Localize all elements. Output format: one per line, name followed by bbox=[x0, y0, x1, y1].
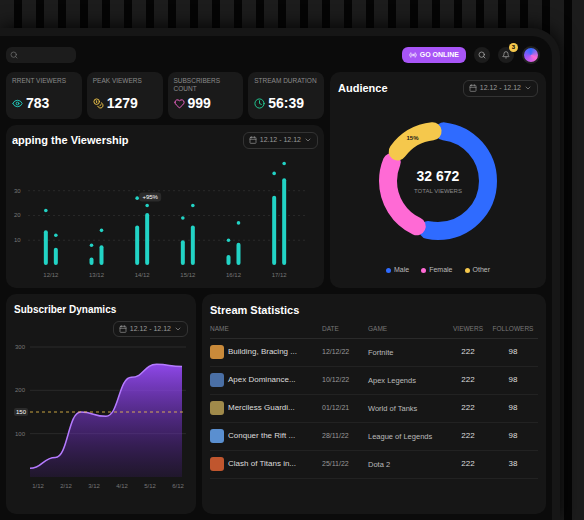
svg-text:200: 200 bbox=[15, 387, 26, 393]
stat-card: SUBSCRIBERS COUNT999 bbox=[168, 72, 244, 119]
audience-legend: Male Female Other bbox=[338, 265, 538, 280]
search-button[interactable] bbox=[474, 47, 490, 63]
svg-text:16/12: 16/12 bbox=[226, 272, 242, 278]
eye-icon bbox=[12, 98, 23, 109]
total-viewers-value: 32 672 bbox=[417, 166, 460, 187]
column-header[interactable]: NAME bbox=[210, 324, 322, 334]
svg-text:15%: 15% bbox=[407, 135, 420, 141]
svg-text:2/12: 2/12 bbox=[60, 483, 72, 489]
table-row[interactable]: Apex Dominance...10/12/22Apex Legends222… bbox=[210, 367, 538, 395]
notifications-button[interactable]: 3 bbox=[498, 47, 514, 63]
search-field[interactable] bbox=[6, 47, 76, 63]
svg-text:1/12: 1/12 bbox=[32, 483, 44, 489]
svg-text:20: 20 bbox=[14, 212, 21, 218]
svg-text:15/12: 15/12 bbox=[180, 272, 196, 278]
top-bar: GO ONLINE 3 bbox=[6, 44, 546, 66]
table-row[interactable]: Conquer the Rift ...28/11/22League of Le… bbox=[210, 423, 538, 451]
chevron-down-icon bbox=[524, 84, 532, 92]
table-header: NAMEDATEGAMEVIEWERSFOLLOWERS bbox=[210, 324, 538, 339]
table-row[interactable]: Merciless Guardi...01/12/21World of Tank… bbox=[210, 395, 538, 423]
column-header[interactable]: GAME bbox=[368, 324, 448, 334]
date-range-picker[interactable]: 12.12 - 12.12 bbox=[243, 132, 318, 149]
svg-text:4/12: 4/12 bbox=[116, 483, 128, 489]
clock-icon bbox=[254, 98, 265, 109]
stat-card: PEAK VIEWERS1279 bbox=[87, 72, 163, 119]
stat-card: STREAM DURATION56:39 bbox=[248, 72, 324, 119]
stream-thumbnail bbox=[210, 429, 224, 443]
viewership-chart: 30 20 10 +95% 12/12 13/12 14/12 15/12 16/12 17/12 bbox=[12, 153, 308, 281]
column-header[interactable]: DATE bbox=[322, 324, 368, 334]
total-viewers-label: TOTAL VIEWERS bbox=[414, 187, 462, 196]
search-icon bbox=[10, 51, 18, 59]
column-header[interactable]: FOLLOWERS bbox=[488, 324, 538, 334]
column-header[interactable]: VIEWERS bbox=[448, 324, 488, 334]
legend-item: Other bbox=[465, 265, 491, 276]
subscriber-chart: 300 200 100 150 1/12 2/12 3/12 4/12 5/12 6/12 bbox=[14, 341, 186, 491]
table-row[interactable]: Building, Bracing ...12/12/22Fortnite222… bbox=[210, 339, 538, 367]
avatar[interactable] bbox=[522, 46, 540, 64]
tablet: GO ONLINE 3 RRENT VIEWERS783PEAK VIEWERS12… bbox=[0, 28, 560, 520]
stream-thumbnail bbox=[210, 457, 224, 471]
calendar-icon bbox=[119, 325, 127, 333]
card-title: Stream Statistics bbox=[210, 302, 538, 319]
bell-icon bbox=[502, 51, 510, 59]
search-icon bbox=[478, 51, 486, 59]
stream-thumbnail bbox=[210, 401, 224, 415]
card-title: apping the Viewership bbox=[12, 132, 129, 149]
subscriber-dynamics-card: Subscriber Dynamics 12.12 - 12.12 300 200 10… bbox=[6, 294, 196, 515]
date-range-picker[interactable]: 12.12 - 12.12 bbox=[113, 321, 188, 338]
notification-badge: 3 bbox=[509, 43, 518, 52]
table-row[interactable]: Clash of Titans in...25/11/22Dota 222238 bbox=[210, 451, 538, 479]
audience-card: Audience 12.12 - 12.12 15% 32 672TOTAL VIEW… bbox=[330, 72, 546, 288]
svg-text:5/12: 5/12 bbox=[144, 483, 156, 489]
broadcast-icon bbox=[409, 51, 417, 59]
svg-text:30: 30 bbox=[14, 187, 21, 193]
calendar-icon bbox=[249, 136, 257, 144]
viewership-card: apping the Viewership 12.12 - 12.12 30 20 10… bbox=[6, 125, 324, 288]
stream-statistics-card: Stream Statistics NAMEDATEGAMEVIEWERSFOLL… bbox=[202, 294, 546, 515]
svg-text:150: 150 bbox=[16, 409, 27, 415]
svg-text:10: 10 bbox=[14, 237, 21, 243]
go-online-button[interactable]: GO ONLINE bbox=[402, 47, 466, 64]
dashboard-screen: GO ONLINE 3 RRENT VIEWERS783PEAK VIEWERS12… bbox=[0, 36, 552, 520]
svg-text:100: 100 bbox=[15, 431, 26, 437]
heart-icon bbox=[174, 98, 185, 109]
stream-thumbnail bbox=[210, 345, 224, 359]
svg-text:3/12: 3/12 bbox=[88, 483, 100, 489]
chevron-down-icon bbox=[304, 136, 312, 144]
page: GO ONLINE 3 RRENT VIEWERS783PEAK VIEWERS12… bbox=[0, 0, 584, 520]
stats-row: RRENT VIEWERS783PEAK VIEWERS1279SUBSCRIB… bbox=[6, 72, 324, 119]
stat-card: RRENT VIEWERS783 bbox=[6, 72, 82, 119]
calendar-icon bbox=[469, 84, 477, 92]
stream-thumbnail bbox=[210, 373, 224, 387]
svg-text:13/12: 13/12 bbox=[89, 272, 105, 278]
svg-text:300: 300 bbox=[15, 344, 26, 350]
svg-text:14/12: 14/12 bbox=[135, 272, 151, 278]
chevron-down-icon bbox=[174, 325, 182, 333]
coin-icon bbox=[93, 98, 104, 109]
date-range-picker[interactable]: 12.12 - 12.12 bbox=[463, 80, 538, 97]
svg-text:12/12: 12/12 bbox=[43, 272, 59, 278]
card-title: Subscriber Dynamics bbox=[14, 302, 116, 317]
svg-text:+95%: +95% bbox=[142, 194, 158, 200]
legend-item: Female bbox=[421, 265, 452, 276]
card-title: Audience bbox=[338, 80, 388, 97]
svg-text:17/12: 17/12 bbox=[272, 272, 288, 278]
svg-text:6/12: 6/12 bbox=[172, 483, 184, 489]
audience-donut: 15% 32 672TOTAL VIEWERS bbox=[368, 111, 508, 251]
legend-item: Male bbox=[386, 265, 409, 276]
